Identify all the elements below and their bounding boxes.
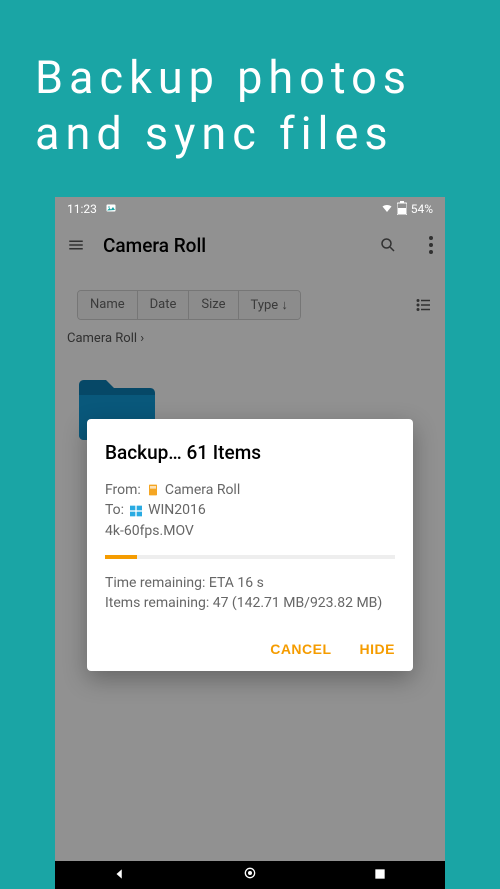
clock: 11:23: [67, 202, 97, 216]
items-remaining: Items remaining: 47 (142.71 MB/923.82 MB…: [105, 593, 395, 613]
battery-pct: 54%: [411, 202, 433, 216]
sdcard-icon: [145, 480, 161, 500]
time-remaining: Time remaining: ETA 16 s: [105, 573, 395, 593]
to-value: WIN2016: [148, 500, 206, 520]
nav-home-icon[interactable]: [242, 865, 258, 885]
dialog-title: Backup… 61 Items: [105, 441, 395, 464]
hide-button[interactable]: HIDE: [360, 641, 395, 657]
from-label: From:: [105, 480, 141, 500]
nav-recent-icon[interactable]: [373, 866, 387, 885]
backup-dialog: Backup… 61 Items From: Camera Roll To: W…: [87, 419, 413, 671]
progress-bar: [105, 555, 395, 559]
hero-text: Backup photos and sync files: [0, 0, 500, 193]
phone-screenshot: 11:23 54% Camera Roll Na: [55, 197, 445, 889]
hero-line1: Backup photos: [35, 50, 465, 106]
status-bar: 11:23 54%: [55, 197, 445, 221]
image-icon: [105, 202, 117, 217]
to-label: To:: [105, 500, 124, 520]
battery-icon: [397, 201, 407, 218]
android-nav-bar: [55, 861, 445, 889]
from-value: Camera Roll: [165, 480, 240, 500]
wifi-icon: [381, 202, 393, 217]
windows-icon: [128, 500, 144, 520]
cancel-button[interactable]: CANCEL: [270, 641, 331, 657]
current-file: 4k-60fps.MOV: [105, 521, 395, 541]
nav-back-icon[interactable]: [113, 866, 127, 885]
progress-fill: [105, 555, 137, 559]
hero-line2: and sync files: [35, 106, 465, 162]
